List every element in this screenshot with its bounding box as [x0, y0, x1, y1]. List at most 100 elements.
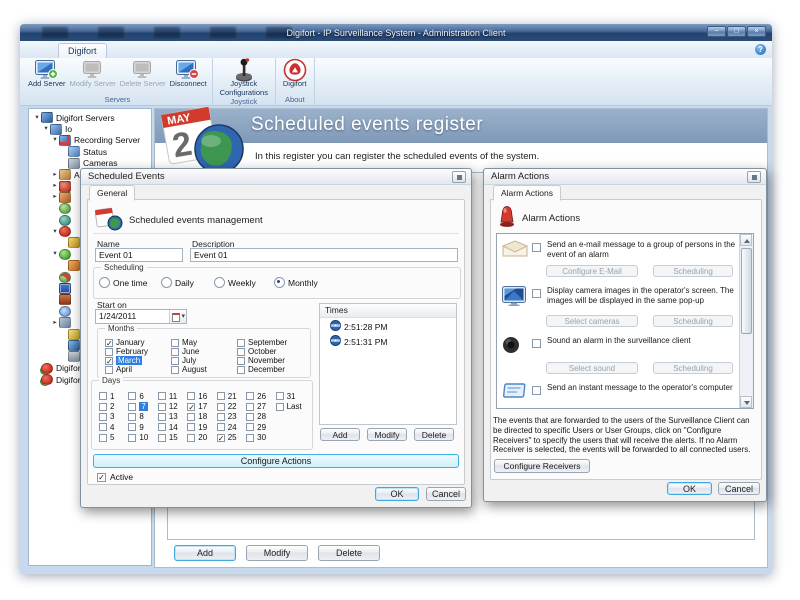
help-icon[interactable]: ? — [755, 44, 766, 55]
cancel-button[interactable]: Cancel — [426, 487, 466, 501]
add-button[interactable]: Add — [174, 545, 236, 561]
close-icon[interactable] — [747, 171, 761, 183]
day-checkbox-16[interactable]: 16 — [187, 391, 216, 401]
day-checkbox-29[interactable]: 29 — [246, 422, 275, 432]
disconnect-button[interactable]: Disconnect — [168, 59, 209, 95]
day-checkbox-7[interactable]: 7 — [128, 401, 157, 411]
month-checkbox-april[interactable]: April — [105, 365, 171, 374]
action-checkbox[interactable] — [532, 339, 541, 348]
month-checkbox-july[interactable]: July — [171, 356, 237, 365]
day-checkbox-10[interactable]: 10 — [128, 433, 157, 443]
maximize-button[interactable]: □ — [727, 26, 746, 37]
add-time-button[interactable]: Add — [320, 428, 360, 441]
action-checkbox[interactable] — [532, 386, 541, 395]
minimize-button[interactable]: − — [707, 26, 726, 37]
tree-item-digifort-servers[interactable]: ▾Digifort Servers — [29, 112, 151, 123]
day-checkbox-6[interactable]: 6 — [128, 391, 157, 401]
times-list[interactable]: 2:51:28 PM2:51:31 PM — [320, 318, 456, 348]
month-checkbox-december[interactable]: December — [237, 365, 303, 374]
tree-item-io[interactable]: ▾Io — [29, 123, 151, 134]
day-checkbox-21[interactable]: 21 — [217, 391, 246, 401]
action-checkbox[interactable] — [532, 289, 541, 298]
month-checkbox-october[interactable]: October — [237, 347, 303, 356]
month-checkbox-september[interactable]: September — [237, 338, 303, 347]
ok-button[interactable]: OK — [667, 482, 712, 495]
day-checkbox-11[interactable]: 11 — [158, 391, 187, 401]
month-checkbox-may[interactable]: May — [171, 338, 237, 347]
tree-item-status[interactable]: Status — [29, 146, 151, 157]
tab-digifort[interactable]: Digifort — [58, 43, 107, 59]
calendar-dropdown-icon[interactable] — [169, 310, 186, 323]
day-checkbox-1[interactable]: 1 — [99, 391, 128, 401]
time-entry[interactable]: 2:51:28 PM — [320, 318, 456, 333]
modify-button[interactable]: Modify — [246, 545, 308, 561]
month-checkbox-november[interactable]: November — [237, 356, 303, 365]
day-checkbox-last[interactable]: Last — [276, 401, 305, 411]
month-checkbox-june[interactable]: June — [171, 347, 237, 356]
day-checkbox-2[interactable]: 2 — [99, 401, 128, 411]
select-sound-button[interactable]: Select sound — [546, 362, 638, 374]
month-checkbox-august[interactable]: August — [171, 365, 237, 374]
day-checkbox-28[interactable]: 28 — [246, 412, 275, 422]
day-checkbox-5[interactable]: 5 — [99, 433, 128, 443]
day-checkbox-13[interactable]: 13 — [158, 412, 187, 422]
day-checkbox-26[interactable]: 26 — [246, 391, 275, 401]
day-checkbox-25[interactable]: ✓25 — [217, 433, 246, 443]
time-entry[interactable]: 2:51:31 PM — [320, 333, 456, 348]
tab-general[interactable]: General — [89, 185, 135, 201]
day-checkbox-14[interactable]: 14 — [158, 422, 187, 432]
description-field[interactable] — [190, 248, 458, 262]
delete-button[interactable]: Delete — [318, 545, 380, 561]
day-checkbox-31[interactable]: 31 — [276, 391, 305, 401]
active-checkbox[interactable]: ✓ Active — [97, 472, 133, 482]
delete-time-button[interactable]: Delete — [414, 428, 454, 441]
month-checkbox-february[interactable]: February — [105, 347, 171, 356]
cancel-button[interactable]: Cancel — [718, 482, 760, 495]
day-checkbox-20[interactable]: 20 — [187, 433, 216, 443]
tab-alarm-actions[interactable]: Alarm Actions — [493, 185, 561, 201]
times-header: Times — [320, 304, 456, 318]
name-field[interactable] — [95, 248, 183, 262]
day-checkbox-27[interactable]: 27 — [246, 401, 275, 411]
scroll-down-icon[interactable] — [740, 396, 752, 408]
day-checkbox-3[interactable]: 3 — [99, 412, 128, 422]
day-checkbox-30[interactable]: 30 — [246, 433, 275, 443]
configure-actions-button[interactable]: Configure Actions — [93, 454, 459, 468]
modify-time-button[interactable]: Modify — [367, 428, 407, 441]
month-checkbox-march[interactable]: ✓March — [105, 356, 171, 365]
add-server-button[interactable]: Add Server — [26, 59, 68, 95]
scheduling-button[interactable]: Scheduling — [653, 265, 733, 277]
radio-monthly[interactable]: Monthly — [274, 277, 318, 288]
scheduling-button[interactable]: Scheduling — [653, 315, 733, 327]
start-on-date-field[interactable]: 1/24/2011 — [95, 309, 187, 324]
select-cameras-button[interactable]: Select cameras — [546, 315, 638, 327]
day-checkbox-23[interactable]: 23 — [217, 412, 246, 422]
close-button[interactable]: × — [747, 26, 766, 37]
day-checkbox-15[interactable]: 15 — [158, 433, 187, 443]
close-icon[interactable] — [452, 171, 466, 183]
radio-weekly[interactable]: Weekly — [214, 277, 274, 288]
tree-item-recording-server[interactable]: ▾Recording Server — [29, 135, 151, 146]
scrollbar-thumb[interactable] — [741, 248, 752, 334]
configure-e-mail-button[interactable]: Configure E-Mail — [546, 265, 638, 277]
day-checkbox-24[interactable]: 24 — [217, 422, 246, 432]
day-checkbox-19[interactable]: 19 — [187, 422, 216, 432]
month-checkbox-january[interactable]: ✓January — [105, 338, 171, 347]
action-checkbox[interactable] — [532, 243, 541, 252]
digifort-button[interactable]: Digifort — [279, 59, 311, 95]
day-checkbox-4[interactable]: 4 — [99, 422, 128, 432]
scheduling-button[interactable]: Scheduling — [653, 362, 733, 374]
ok-button[interactable]: OK — [375, 487, 419, 501]
joystick-configurations-button[interactable]: Joystick Configurations — [216, 59, 272, 97]
scrollbar[interactable] — [739, 234, 753, 408]
day-checkbox-8[interactable]: 8 — [128, 412, 157, 422]
day-checkbox-12[interactable]: 12 — [158, 401, 187, 411]
day-checkbox-17[interactable]: ✓17 — [187, 401, 216, 411]
scroll-up-icon[interactable] — [740, 234, 752, 246]
radio-daily[interactable]: Daily — [161, 277, 214, 288]
day-checkbox-18[interactable]: 18 — [187, 412, 216, 422]
day-checkbox-9[interactable]: 9 — [128, 422, 157, 432]
configure-receivers-button[interactable]: Configure Receivers — [494, 459, 590, 473]
day-checkbox-22[interactable]: 22 — [217, 401, 246, 411]
radio-one-time[interactable]: One time — [99, 277, 161, 288]
